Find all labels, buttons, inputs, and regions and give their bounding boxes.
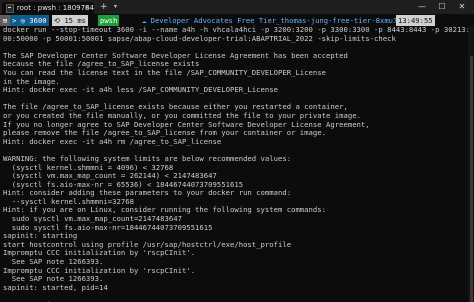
tab-dropdown-icon[interactable]: ▾ xyxy=(114,1,117,13)
terminal-line: You can read the license text in the fil… xyxy=(3,67,327,77)
terminal-tab[interactable]: root : pwsh : 1809764 ✕ xyxy=(2,2,94,14)
terminal-line: sapinit: started, pid=14 xyxy=(3,282,108,292)
terminal-line: 00:50000 -p 50001:50001 sapse/abap-cloud… xyxy=(3,33,396,43)
title-bar: root : pwsh : 1809764 ✕ + ▾ — ☐ ✕ xyxy=(0,0,474,14)
minimize-button[interactable]: — xyxy=(412,0,432,14)
close-button[interactable]: ✕ xyxy=(452,0,472,14)
terminal-window: root : pwsh : 1809764 ✕ + ▾ — ☐ ✕ ⊞ > ◎ … xyxy=(0,0,474,302)
terminal-line: Hint: docker exec -it a4h less /SAP_COMM… xyxy=(3,85,278,95)
maximize-button[interactable]: ☐ xyxy=(432,0,452,14)
scrollbar[interactable] xyxy=(468,26,474,302)
tab-close-icon[interactable]: ✕ xyxy=(84,2,90,14)
new-tab-button[interactable]: + xyxy=(100,1,108,13)
tab-title: root : pwsh : 1809764 xyxy=(16,4,94,12)
terminal-line: Hint: docker exec -it a4h rm /agree_to_S… xyxy=(3,136,222,146)
powershell-icon xyxy=(6,3,14,13)
terminal-output[interactable]: docker run --stop-timeout 3600 -i --name… xyxy=(3,25,474,302)
scrollbar-thumb[interactable] xyxy=(470,56,473,302)
